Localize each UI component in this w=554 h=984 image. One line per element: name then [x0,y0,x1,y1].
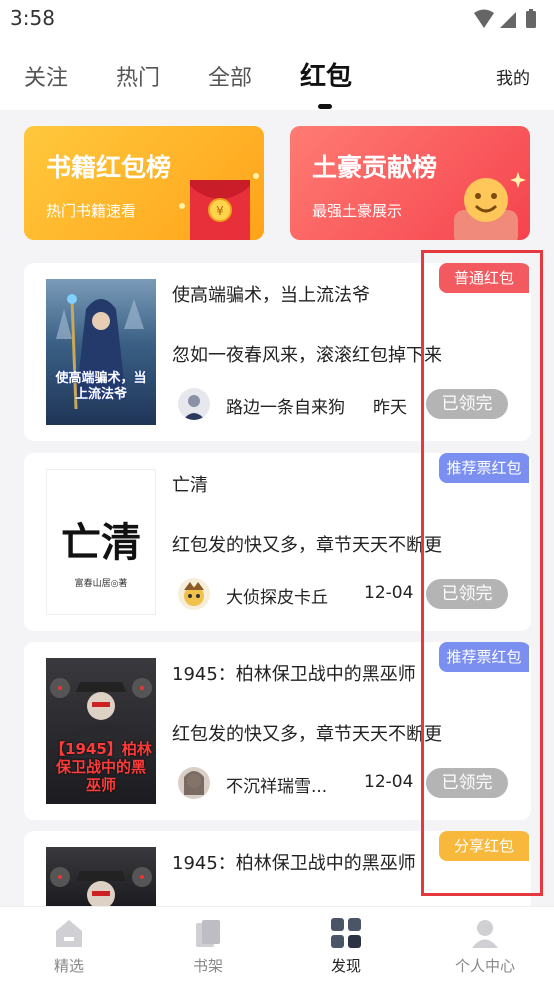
claimed-status-button[interactable]: 已领完 [426,768,508,798]
home-icon [56,920,82,947]
mine-link[interactable]: 我的 [496,64,530,89]
red-envelope-icon: ¥ [179,173,259,240]
book-cover: 【1945】柏林保卫战中的黑巫师 [46,658,156,804]
avatar [178,578,210,610]
cover-art [56,294,144,410]
nav-item-bookshelf[interactable]: 书架 [163,907,253,984]
red-packet-card[interactable]: 使高端骗术，当上流法爷 使高端骗术，当上流法爷 忽如一夜春风来，滚滚红包掉下来 … [24,263,531,441]
cover-title: 使高端骗术，当上流法爷 [55,371,147,402]
banner-subtitle: 最强土豪展示 [312,202,403,220]
book-title: 1945：柏林保卫战中的黑巫师 [172,853,416,874]
nav-item-profile[interactable]: 个人中心 [440,907,530,984]
cover-title: 【1945】柏林保卫战中的黑巫师 [50,740,152,794]
book-title: 亡清 [172,475,208,496]
nav-label: 个人中心 [454,957,515,975]
book-cover [46,847,156,906]
tab-hot[interactable]: 热门 [116,60,160,92]
sender-name: 不沉祥瑞雪... [226,777,328,797]
discover-icon [331,918,361,948]
nav-label: 发现 [330,957,361,975]
red-packet-message: 红包发的快又多，章节天天不断更 [172,535,442,556]
red-packet-type-badge: 推荐票红包 [439,642,529,672]
tab-red-packet[interactable]: 红包 [300,56,352,93]
red-packet-type-badge: 普通红包 [439,263,529,293]
red-packet-card[interactable]: 亡清 富春山居◎著 亡清 红包发的快又多，章节天天不断更 大侦探皮卡丘 12-0… [24,453,531,631]
send-date: 12-04 [364,772,414,792]
nav-label: 书架 [192,957,223,975]
red-packet-message: 忽如一夜春风来，滚滚红包掉下来 [172,345,442,366]
banner-title: 土豪贡献榜 [312,153,438,182]
red-packet-card[interactable]: 【1945】柏林保卫战中的黑巫师 1945：柏林保卫战中的黑巫师 红包发的快又多… [24,642,531,820]
profile-icon [472,920,498,948]
sender-name: 大侦探皮卡丘 [226,588,328,608]
tycoon-contribution-ranking-banner[interactable]: 土豪贡献榜 最强土豪展示 [290,126,530,240]
smiley-icon [454,172,526,240]
sender-name: 路边一条自来狗 [226,398,345,418]
avatar [178,767,210,799]
active-tab-indicator [318,104,332,109]
nav-item-featured[interactable]: 精选 [24,907,114,984]
cover-art [50,867,152,906]
book-title: 1945：柏林保卫战中的黑巫师 [172,664,416,685]
tab-all[interactable]: 全部 [208,60,252,92]
bottom-nav: 精选 书架 发现 个人中心 [0,906,554,984]
red-packet-message: 红包发的快又多，章节天天不断更 [172,724,442,745]
tab-follow[interactable]: 关注 [24,60,68,92]
red-packet-type-badge: 推荐票红包 [439,453,529,483]
svg-text:¥: ¥ [216,204,224,218]
avatar [178,388,210,420]
signal-icon [500,12,516,28]
book-title: 使高端骗术，当上流法爷 [172,285,370,306]
cover-title: 亡清 [61,519,141,566]
status-time: 3:58 [10,6,55,30]
red-packet-type-badge: 分享红包 [439,831,529,861]
nav-label: 精选 [53,957,84,975]
nav-item-discover[interactable]: 发现 [301,907,391,984]
banner-title: 书籍红包榜 [46,153,172,182]
claimed-status-button[interactable]: 已领完 [426,579,508,609]
battery-icon [526,11,536,28]
top-tab-bar: 关注 热门 全部 红包 我的 [0,38,554,110]
claimed-status-button[interactable]: 已领完 [426,389,508,419]
send-date: 昨天 [373,398,407,418]
wifi-icon [474,9,494,28]
status-bar: 3:58 [0,0,554,38]
banner-subtitle: 热门书籍速看 [46,202,137,220]
status-icons [474,9,536,28]
send-date: 12-04 [364,583,414,603]
cover-author: 富春山居◎著 [74,579,128,589]
book-cover: 亡清 富春山居◎著 [46,469,156,615]
book-red-packet-ranking-banner[interactable]: 书籍红包榜 热门书籍速看 ¥ [24,126,264,240]
red-packet-card[interactable]: 1945：柏林保卫战中的黑巫师 分享红包 [24,831,531,906]
book-cover: 使高端骗术，当上流法爷 [46,279,156,425]
bookshelf-icon [196,920,220,947]
